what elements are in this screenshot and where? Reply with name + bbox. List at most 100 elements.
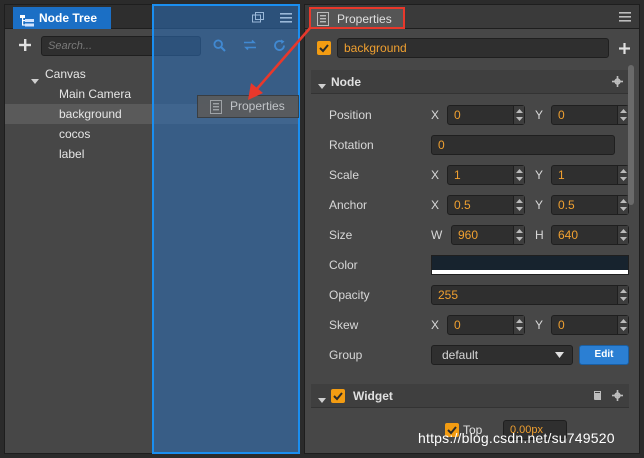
position-y-value: 0 — [558, 108, 565, 122]
scale-row: Scale X 1 Y 1 — [311, 160, 629, 190]
widget-enabled-checkbox[interactable] — [331, 389, 345, 403]
opacity-label: Opacity — [329, 288, 370, 302]
tree-item-label: background — [59, 107, 122, 121]
alpha-strip — [432, 270, 628, 274]
node-section-title: Node — [331, 75, 361, 89]
dropdown-triangle-icon — [555, 352, 564, 358]
widget-section-header[interactable]: Widget — [311, 384, 629, 408]
skew-row: Skew X 0 Y 0 — [311, 310, 629, 340]
properties-tabbar: Properties — [305, 5, 639, 29]
scale-y-input[interactable]: 1 — [551, 165, 629, 185]
anchor-x-input[interactable]: 0.5 — [447, 195, 525, 215]
size-height-input[interactable]: 640 — [551, 225, 629, 245]
anchor-y-input[interactable]: 0.5 — [551, 195, 629, 215]
position-x-input[interactable]: 0 — [447, 105, 525, 125]
collapse-arrow-icon[interactable] — [318, 393, 326, 407]
scale-label: Scale — [329, 168, 360, 182]
size-height-axis-label: H — [535, 228, 544, 242]
spinner-arrows-icon[interactable] — [513, 196, 524, 214]
dragged-properties-tab-ghost: Properties — [197, 95, 299, 118]
color-row: Color — [311, 250, 629, 280]
widget-section-title: Widget — [353, 389, 393, 403]
skew-x-axis-label: X — [431, 318, 440, 332]
node-section-header[interactable]: Node — [311, 70, 629, 94]
drag-ghost-label: Properties — [230, 99, 285, 113]
opacity-input[interactable]: 255 — [431, 285, 629, 305]
spinner-arrows-icon[interactable] — [617, 286, 628, 304]
edit-group-button[interactable]: Edit — [579, 345, 629, 365]
tree-item-label: cocos — [59, 127, 91, 141]
skew-y-axis-label: Y — [535, 318, 544, 332]
panel-menu-icon[interactable] — [280, 12, 292, 26]
spinner-arrows-icon[interactable] — [513, 106, 524, 124]
properties-panel: Properties background Node Position X 0 — [304, 4, 640, 454]
spinner-arrows-icon[interactable] — [617, 226, 628, 244]
color-swatch-picker[interactable] — [431, 255, 629, 275]
position-x-axis-label: X — [431, 108, 440, 122]
spinner-arrows-icon[interactable] — [513, 316, 524, 334]
tree-item-label: label — [59, 147, 85, 161]
skew-y-input[interactable]: 0 — [551, 315, 629, 335]
node-active-checkbox[interactable] — [317, 41, 331, 55]
scale-y-axis-label: Y — [535, 168, 544, 182]
scale-x-value: 1 — [454, 168, 461, 182]
spinner-arrows-icon[interactable] — [617, 316, 628, 334]
rotation-input[interactable]: 0 — [431, 135, 615, 155]
skew-x-input[interactable]: 0 — [447, 315, 525, 335]
skew-x-value: 0 — [454, 318, 461, 332]
scale-y-value: 1 — [558, 168, 565, 182]
collapse-arrow-icon[interactable] — [318, 79, 326, 93]
size-height-value: 640 — [558, 228, 579, 242]
size-label: Size — [329, 228, 353, 242]
document-icon — [210, 100, 222, 121]
anchor-x-axis-label: X — [431, 198, 440, 212]
gear-icon[interactable] — [612, 76, 623, 90]
panel-menu-icon[interactable] — [619, 11, 631, 25]
color-label: Color — [329, 258, 358, 272]
group-row: Group default Edit — [311, 340, 629, 370]
add-component-plus-icon[interactable] — [619, 43, 630, 57]
book-help-icon[interactable] — [593, 390, 603, 404]
properties-scrollbar[interactable] — [628, 65, 634, 205]
watermark-text: https://blog.csdn.net/su749520 — [418, 430, 615, 446]
tree-item-label: Canvas — [45, 67, 86, 81]
spinner-arrows-icon[interactable] — [513, 226, 524, 244]
rotation-row: Rotation 0 — [311, 130, 629, 160]
popout-window-icon[interactable] — [252, 12, 264, 26]
gear-icon[interactable] — [612, 390, 623, 404]
rotation-label: Rotation — [329, 138, 374, 152]
spinner-arrows-icon[interactable] — [617, 166, 628, 184]
size-width-axis-label: W — [431, 228, 443, 242]
spinner-arrows-icon[interactable] — [617, 106, 628, 124]
anchor-y-axis-label: Y — [535, 198, 544, 212]
tab-properties-label: Properties — [337, 12, 392, 26]
group-select[interactable]: default — [431, 345, 573, 365]
position-y-input[interactable]: 0 — [551, 105, 629, 125]
document-icon — [317, 12, 329, 32]
size-width-input[interactable]: 960 — [451, 225, 525, 245]
tree-item-label: Main Camera — [59, 87, 132, 101]
spinner-arrows-icon[interactable] — [617, 196, 628, 214]
opacity-row: Opacity 255 — [311, 280, 629, 310]
anchor-x-value: 0.5 — [454, 198, 471, 212]
skew-y-value: 0 — [558, 318, 565, 332]
node-name-field[interactable]: background — [337, 38, 609, 58]
opacity-value: 255 — [438, 288, 459, 302]
scale-x-input[interactable]: 1 — [447, 165, 525, 185]
node-name-row: background — [305, 35, 639, 61]
tab-node-tree[interactable]: Node Tree — [13, 7, 111, 29]
dock-drop-zone-overlay — [152, 4, 300, 454]
size-width-value: 960 — [458, 228, 479, 242]
spinner-arrows-icon[interactable] — [513, 166, 524, 184]
tab-properties[interactable]: Properties — [309, 7, 405, 29]
group-label: Group — [329, 348, 363, 362]
skew-label: Skew — [329, 318, 359, 332]
anchor-row: Anchor X 0.5 Y 0.5 — [311, 190, 629, 220]
scale-x-axis-label: X — [431, 168, 440, 182]
tab-node-tree-label: Node Tree — [39, 11, 98, 25]
position-x-value: 0 — [454, 108, 461, 122]
add-node-plus-icon[interactable] — [19, 39, 31, 54]
position-row: Position X 0 Y 0 — [311, 100, 629, 130]
position-y-axis-label: Y — [535, 108, 544, 122]
size-row: Size W 960 H 640 — [311, 220, 629, 250]
